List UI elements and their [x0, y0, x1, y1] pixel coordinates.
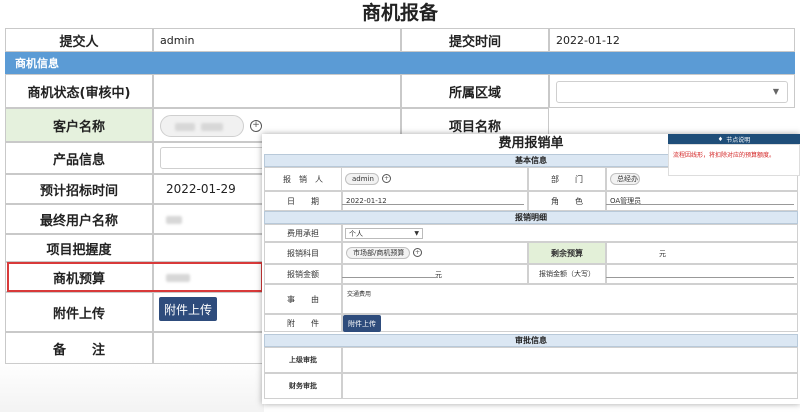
- submitter-label: 提交人: [5, 28, 153, 52]
- attachment-label: 附件上传: [5, 292, 153, 332]
- date-label: 日 期: [264, 191, 342, 211]
- add-reporter-icon[interactable]: +: [382, 174, 391, 183]
- amount-unit: 元: [435, 271, 442, 279]
- add-customer-icon[interactable]: +: [250, 120, 262, 132]
- status-label: 商机状态(审核中): [5, 74, 153, 108]
- bearer-value: 个人: [349, 230, 363, 238]
- region-label: 所属区域: [401, 74, 549, 108]
- product-cell: [153, 142, 270, 174]
- section-approval: 审批信息: [264, 334, 798, 347]
- attach-label: 附 件: [264, 314, 342, 332]
- bearer-cell: 个人 ▼: [342, 224, 798, 242]
- submitter-value: admin: [153, 28, 401, 52]
- finance-approval-label: 财务审批: [264, 373, 342, 399]
- superior-approval-value[interactable]: [342, 347, 798, 373]
- end-user-cell: [153, 204, 263, 234]
- date-underline: [342, 204, 524, 205]
- budget-highlight-box: [7, 262, 263, 292]
- chevron-down-icon: ▼: [414, 230, 419, 237]
- reason-label: 事 由: [264, 284, 342, 314]
- section-detail: 报销明细: [264, 211, 798, 224]
- reporter-value[interactable]: admin: [345, 173, 379, 185]
- subject-value[interactable]: 市场部/商机预算: [346, 247, 410, 259]
- amount-upper-value[interactable]: [606, 264, 798, 284]
- bid-time-label: 预计招标时间: [5, 174, 153, 204]
- bearer-label: 费用承担: [264, 224, 342, 242]
- superior-approval-label: 上级审批: [264, 347, 342, 373]
- certainty-label: 项目把握度: [5, 234, 153, 262]
- amount-cell: 元: [342, 264, 528, 284]
- finance-approval-value[interactable]: [342, 373, 798, 399]
- submit-time-value: 2022-01-12: [549, 28, 795, 52]
- amount-underline: [342, 277, 438, 278]
- amount-label: 报销金额: [264, 264, 342, 284]
- role-label: 角 色: [528, 191, 606, 211]
- subject-cell: 市场部/商机预算 +: [342, 242, 528, 264]
- node-note-panel: ♦ 节点说明 流程因线形，将扣除对应的预算额度。: [668, 134, 800, 176]
- bottom-fade: [0, 360, 264, 412]
- role-underline: [606, 204, 794, 205]
- region-select[interactable]: ▼: [556, 81, 788, 103]
- remaining-label: 剩余预算: [528, 242, 606, 264]
- node-note-title: 节点说明: [726, 136, 751, 144]
- product-label: 产品信息: [5, 142, 153, 174]
- end-user-label: 最终用户名称: [5, 204, 153, 234]
- attach-upload-button[interactable]: 附件上传: [343, 315, 381, 332]
- add-subject-icon[interactable]: +: [413, 248, 422, 257]
- role-value: OA管理员: [606, 191, 798, 211]
- node-note-header: ♦ 节点说明: [668, 134, 800, 144]
- reporter-cell: admin +: [342, 167, 528, 191]
- reason-value[interactable]: 交通费用: [342, 284, 798, 314]
- amount-upper-label: 报销金额（大写）: [528, 264, 606, 284]
- attachment-upload-button[interactable]: 附件上传: [159, 297, 217, 321]
- amount-upper-underline: [606, 277, 794, 278]
- dept-label: 部 门: [528, 167, 606, 191]
- remaining-cell: 元: [606, 242, 798, 264]
- submit-time-label: 提交时间: [401, 28, 549, 52]
- region-cell: ▼: [549, 74, 795, 108]
- pin-icon: ♦: [717, 135, 724, 143]
- attach-cell: 附件上传: [342, 314, 798, 332]
- section-opportunity-info: 商机信息: [5, 52, 795, 74]
- node-note-body: 流程因线形，将扣除对应的预算额度。: [668, 144, 800, 176]
- subject-label: 报销科目: [264, 242, 342, 264]
- reporter-label: 报 销 人: [264, 167, 342, 191]
- status-value: [153, 74, 401, 108]
- page-title: 商机报备: [361, 2, 438, 24]
- attachment-cell: 附件上传: [153, 292, 263, 332]
- bid-time-value[interactable]: 2022-01-29: [153, 174, 263, 204]
- customer-label: 客户名称: [5, 108, 153, 142]
- date-value[interactable]: 2022-01-12: [342, 191, 528, 211]
- remaining-unit: 元: [659, 250, 666, 258]
- dept-value[interactable]: 总经办: [610, 173, 640, 185]
- customer-input[interactable]: [160, 115, 244, 137]
- bearer-select[interactable]: 个人 ▼: [345, 228, 423, 239]
- certainty-value: [153, 234, 263, 262]
- product-input[interactable]: [160, 147, 270, 169]
- chevron-down-icon: ▼: [772, 87, 779, 96]
